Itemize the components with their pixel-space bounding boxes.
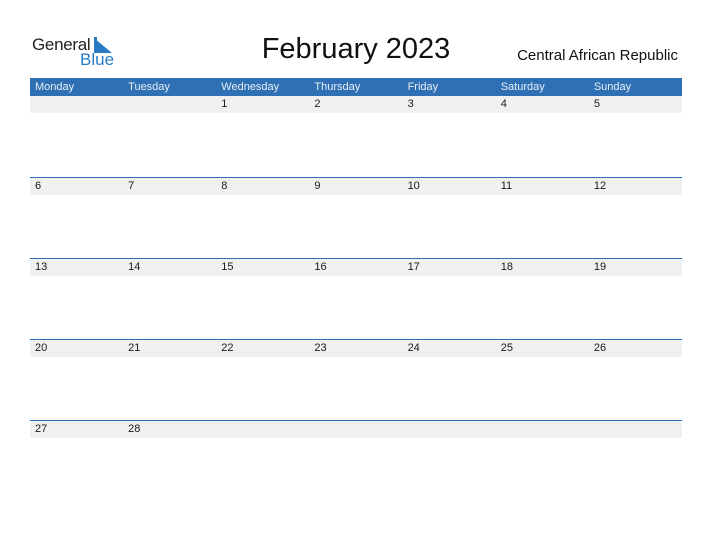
weekday-wednesday: Wednesday xyxy=(221,81,280,93)
day-cell: 6 xyxy=(35,180,42,192)
weekday-header: Monday Tuesday Wednesday Thursday Friday… xyxy=(30,78,682,96)
day-cell: 4 xyxy=(500,98,507,110)
weekday-monday: Monday xyxy=(35,81,75,93)
weekday-saturday: Saturday xyxy=(500,81,545,93)
week-row: 6 7 8 9 10 11 12 xyxy=(30,177,682,258)
week-row: 20 21 22 23 24 25 26 xyxy=(30,339,682,420)
date-strip: 13 14 15 16 17 18 19 xyxy=(30,259,682,276)
weekday-friday: Friday xyxy=(407,81,439,93)
day-cell: 5 xyxy=(593,98,600,110)
day-cell: 28 xyxy=(128,423,141,435)
day-cell xyxy=(216,421,309,438)
date-strip: 1 2 3 4 5 xyxy=(30,96,682,113)
day-cell xyxy=(496,421,589,438)
date-strip: 6 7 8 9 10 11 12 xyxy=(30,178,682,195)
weekday-thursday: Thursday xyxy=(314,81,361,93)
day-cell: 25 xyxy=(500,342,513,354)
day-cell: 16 xyxy=(314,261,327,273)
date-strip: 27 28 xyxy=(30,421,682,438)
day-cell: 7 xyxy=(128,180,135,192)
date-strip: 20 21 22 23 24 25 26 xyxy=(30,340,682,357)
day-cell: 9 xyxy=(314,180,321,192)
day-cell: 27 xyxy=(35,423,48,435)
week-row: 27 28 xyxy=(30,420,682,501)
day-cell: 18 xyxy=(500,261,513,273)
weekday-tuesday: Tuesday xyxy=(128,81,170,93)
day-cell: 11 xyxy=(500,180,513,192)
day-cell: 1 xyxy=(221,98,228,110)
day-cell: 13 xyxy=(35,261,48,273)
day-cell: 15 xyxy=(221,261,234,273)
day-cell: 21 xyxy=(128,342,141,354)
day-cell: 20 xyxy=(35,342,48,354)
day-cell xyxy=(309,421,402,438)
day-cell: 3 xyxy=(407,98,414,110)
day-cell: 19 xyxy=(593,261,607,273)
week-row: 1 2 3 4 5 xyxy=(30,96,682,177)
day-cell: 17 xyxy=(407,261,420,273)
day-cell: 22 xyxy=(221,342,234,354)
day-cell xyxy=(589,421,682,438)
day-cell: 26 xyxy=(593,342,607,354)
day-cell xyxy=(403,421,496,438)
day-cell xyxy=(30,96,123,113)
day-cell: 8 xyxy=(221,180,228,192)
day-cell: 14 xyxy=(128,261,141,273)
week-row: 13 14 15 16 17 18 19 xyxy=(30,258,682,339)
calendar-grid: Monday Tuesday Wednesday Thursday Friday… xyxy=(30,78,682,501)
day-cell: 10 xyxy=(407,180,420,192)
day-cell: 23 xyxy=(314,342,327,354)
day-cell: 2 xyxy=(314,98,321,110)
country-name: Central African Republic xyxy=(517,47,678,64)
day-cell: 12 xyxy=(593,180,607,192)
weeks-container: 1 2 3 4 5 6 7 8 9 10 11 12 13 14 15 16 17 18 19 20 21 22 23 24 2… xyxy=(30,96,682,501)
day-cell xyxy=(123,96,216,113)
day-cell: 24 xyxy=(407,342,420,354)
weekday-sunday: Sunday xyxy=(593,81,632,93)
